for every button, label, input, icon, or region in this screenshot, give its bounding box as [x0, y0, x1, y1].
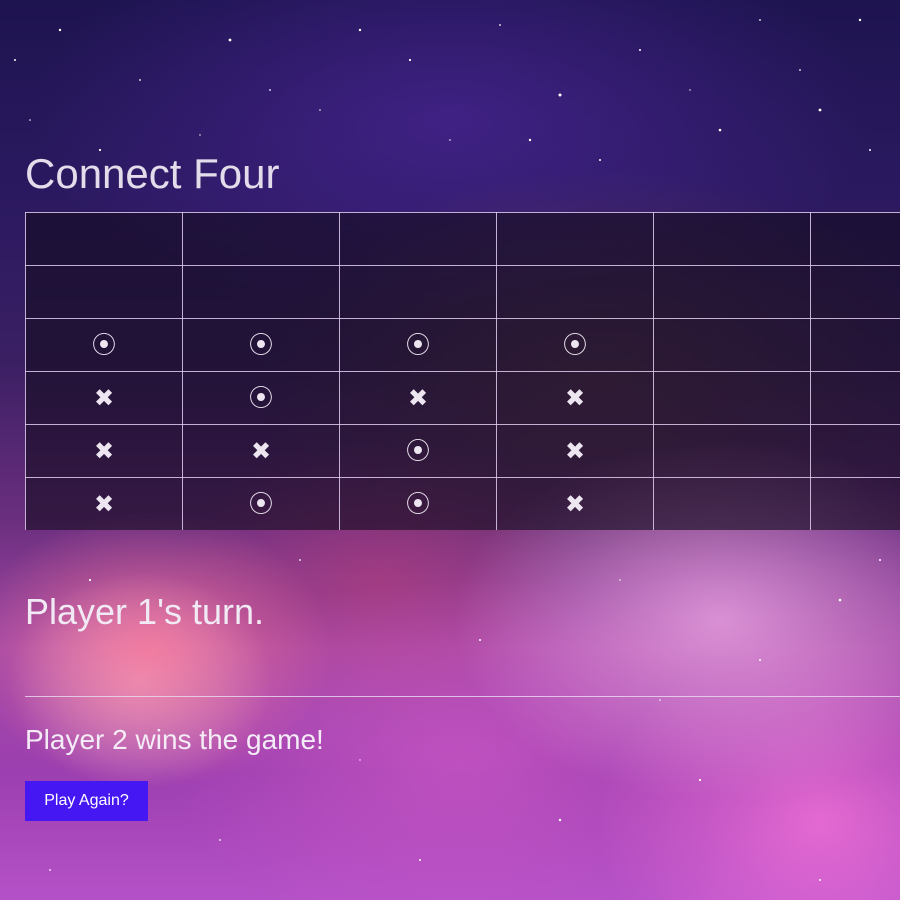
- player-1-cross-icon: ✖: [407, 383, 429, 412]
- player-1-cross-icon: ✖: [564, 436, 586, 465]
- divider: [25, 696, 900, 697]
- player-1-cross-icon: ✖: [93, 436, 115, 465]
- board-row: ✖ ⦿ ✖ ✖: [25, 371, 900, 425]
- board-row: [25, 212, 900, 266]
- board-cell[interactable]: [653, 318, 811, 372]
- board-cell[interactable]: ⦿: [25, 318, 183, 372]
- player-1-cross-icon: ✖: [564, 383, 586, 412]
- board-cell[interactable]: [653, 371, 811, 425]
- board-grid: ⦿ ⦿ ⦿ ⦿ ✖ ⦿ ✖ ✖ ✖ ✖ ⦿ ✖ ✖ ⦿ ⦿ ✖: [25, 212, 900, 530]
- game-board: ⦿ ⦿ ⦿ ⦿ ✖ ⦿ ✖ ✖ ✖ ✖ ⦿ ✖ ✖ ⦿ ⦿ ✖: [25, 212, 900, 530]
- board-cell[interactable]: ✖: [496, 371, 654, 425]
- board-cell[interactable]: ✖: [25, 371, 183, 425]
- board-cell[interactable]: [810, 477, 900, 530]
- board-cell[interactable]: ⦿: [496, 318, 654, 372]
- board-cell[interactable]: [182, 212, 340, 266]
- board-cell[interactable]: ✖: [182, 424, 340, 478]
- board-cell[interactable]: ✖: [25, 424, 183, 478]
- board-cell[interactable]: [810, 371, 900, 425]
- board-cell[interactable]: [653, 265, 811, 319]
- player-1-cross-icon: ✖: [250, 436, 272, 465]
- player-1-cross-icon: ✖: [93, 489, 115, 518]
- board-cell[interactable]: [25, 265, 183, 319]
- board-row: [25, 265, 900, 319]
- board-cell[interactable]: ✖: [496, 477, 654, 530]
- player-2-ring-icon: ⦿: [406, 489, 430, 518]
- player-1-cross-icon: ✖: [564, 489, 586, 518]
- board-cell[interactable]: [339, 212, 497, 266]
- player-2-ring-icon: ⦿: [249, 330, 273, 359]
- player-2-ring-icon: ⦿: [406, 330, 430, 359]
- board-cell[interactable]: [810, 318, 900, 372]
- board-cell[interactable]: [653, 212, 811, 266]
- board-cell[interactable]: [810, 424, 900, 478]
- board-row: ✖ ✖ ⦿ ✖: [25, 424, 900, 478]
- board-cell[interactable]: [25, 212, 183, 266]
- board-cell[interactable]: ⦿: [182, 477, 340, 530]
- game-result-message: Player 2 wins the game!: [25, 724, 324, 755]
- board-cell[interactable]: ✖: [25, 477, 183, 530]
- board-cell[interactable]: [182, 265, 340, 319]
- player-2-ring-icon: ⦿: [563, 330, 587, 359]
- board-cell[interactable]: ✖: [496, 424, 654, 478]
- board-cell[interactable]: [496, 212, 654, 266]
- board-cell[interactable]: ⦿: [182, 318, 340, 372]
- turn-indicator: Player 1's turn.: [25, 591, 264, 632]
- board-cell[interactable]: [810, 212, 900, 266]
- board-cell[interactable]: ⦿: [339, 318, 497, 372]
- board-cell[interactable]: ⦿: [339, 424, 497, 478]
- player-1-cross-icon: ✖: [93, 383, 115, 412]
- play-again-button[interactable]: Play Again?: [25, 781, 148, 821]
- player-2-ring-icon: ⦿: [406, 436, 430, 465]
- board-cell[interactable]: [653, 477, 811, 530]
- board-cell[interactable]: ✖: [339, 371, 497, 425]
- board-cell[interactable]: [653, 424, 811, 478]
- player-2-ring-icon: ⦿: [249, 489, 273, 518]
- board-cell[interactable]: ⦿: [339, 477, 497, 530]
- player-2-ring-icon: ⦿: [92, 330, 116, 359]
- board-cell[interactable]: [339, 265, 497, 319]
- board-cell[interactable]: ⦿: [182, 371, 340, 425]
- player-2-ring-icon: ⦿: [249, 383, 273, 412]
- board-cell[interactable]: [810, 265, 900, 319]
- game-title: Connect Four: [25, 150, 280, 197]
- board-row: ✖ ⦿ ⦿ ✖: [25, 477, 900, 530]
- board-cell[interactable]: [496, 265, 654, 319]
- board-row: ⦿ ⦿ ⦿ ⦿: [25, 318, 900, 372]
